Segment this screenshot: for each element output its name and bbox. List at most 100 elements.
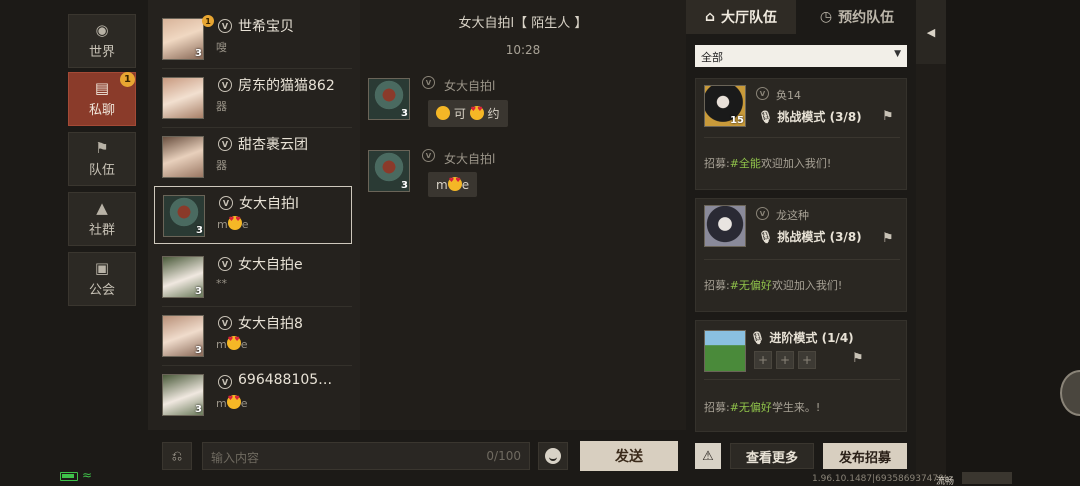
v-badge-icon: V [756, 207, 769, 220]
contact-name: 696488105… [238, 372, 333, 388]
recruit-text: 招募:#全能欢迎加入我们! [704, 155, 831, 171]
caret-left-icon: ◀ [926, 25, 936, 39]
nav-community-label: 社群 [88, 223, 115, 238]
divider [704, 379, 900, 380]
nav-team[interactable]: ⚑ 队伍 [68, 132, 136, 186]
flag-icon: ⚑ [95, 139, 109, 157]
chat-timestamp: 10:28 [505, 43, 541, 57]
message-avatar[interactable]: 3 [368, 78, 410, 120]
tab-lobby-teams[interactable]: ⌂ 大厅队伍 [686, 0, 796, 34]
chat-title: 女大自拍l【 陌生人 】 [458, 16, 588, 31]
contact-item[interactable]: V 甜杏裹云团 器 [148, 128, 360, 186]
tab-reserved-teams[interactable]: ◷ 预约队伍 [798, 0, 916, 34]
team-card[interactable]: 🎙 进阶模式 (1/4) + + + ⚑ 招募:#无偏好学生来。! [695, 320, 907, 432]
v-badge-icon: V [756, 87, 769, 100]
nav-private-chat-label: 私聊 [88, 103, 115, 118]
avatar: 3 [162, 256, 204, 298]
contact-item-selected[interactable]: 3 V 女大自拍l me [154, 186, 352, 244]
view-more-button[interactable]: 查看更多 [730, 443, 814, 469]
contact-last-message: 器 [216, 100, 227, 113]
heart-eyes-emoji-icon [227, 216, 242, 230]
contact-last-message-text: e [240, 338, 248, 351]
battery-icon [60, 472, 78, 481]
recruit-message: 学生来。! [771, 401, 821, 414]
team-filter-select[interactable]: 全部 ▼ [695, 45, 907, 67]
contact-name: 房东的猫猫862 [238, 78, 335, 94]
contact-last-message: me [217, 216, 249, 231]
empty-slot[interactable]: + [798, 351, 816, 369]
heart-eyes-emoji-icon [226, 395, 241, 409]
message-sender: 女大自拍l [444, 79, 496, 93]
recruit-tag: #无偏好 [729, 279, 772, 292]
nav-community[interactable]: ▲ 社群 [68, 192, 136, 246]
message-bubble[interactable]: me [428, 172, 478, 197]
heart-eyes-emoji-icon [447, 177, 462, 191]
contact-item[interactable]: V 房东的猫猫862 器 [148, 69, 360, 127]
avatar: 3 [163, 195, 205, 237]
contact-last-message: me [216, 336, 248, 351]
team-card[interactable]: V 龙这种 🎙 挑战模式 (3/8) ⚑ 招募:#无偏好欢迎加入我们! [695, 198, 907, 312]
contact-last-message-text: e [240, 397, 248, 410]
mic-icon: 🎙 [758, 110, 774, 124]
private-chat-badge: 1 [120, 72, 135, 87]
publish-recruit-button[interactable]: 发布招募 [823, 443, 907, 469]
contact-last-message: 器 [216, 159, 227, 172]
guild-banner-icon: ▣ [94, 259, 110, 277]
send-button[interactable]: 发送 [580, 441, 678, 471]
contact-last-message: 嗖 [216, 41, 227, 54]
dropdown-arrow-icon: ▼ [894, 49, 901, 59]
chat-input-bar: ⎌ 输入内容 0/100 发送 [148, 430, 686, 486]
contact-last-message-text: e [241, 218, 249, 231]
team-mode-label: 挑战模式 (3/8) [777, 110, 862, 124]
char-counter: 0/100 [486, 449, 521, 463]
join-flag-icon[interactable]: ⚑ [882, 109, 894, 124]
contact-item[interactable]: 3 V 女大自拍e ** [148, 248, 360, 306]
message-bubble[interactable]: 可 约 [428, 100, 508, 127]
nav-guild[interactable]: ▣ 公会 [68, 252, 136, 306]
mic-icon: 🎙 [750, 331, 766, 345]
team-card[interactable]: 15 V 奂14 🎙 挑战模式 (3/8) ⚑ 招募:#全能欢迎加入我们! [695, 78, 907, 190]
level-label: 3 [401, 108, 408, 119]
v-badge-icon: V [422, 76, 435, 89]
empty-slot[interactable]: + [754, 351, 772, 369]
report-button[interactable]: ⚠ [695, 443, 721, 469]
emoji-button[interactable] [538, 442, 568, 470]
divider [704, 137, 900, 138]
level-label: 3 [195, 404, 202, 415]
team-mode: 🎙 挑战模式 (3/8) [758, 228, 862, 245]
wifi-icon: ≈ [82, 468, 93, 482]
chat-panel: 女大自拍l【 陌生人 】 10:28 3 V 女大自拍l 可 约 3 V 女大自… [360, 0, 686, 430]
message-input[interactable]: 输入内容 0/100 [202, 442, 530, 470]
hugging-emoji-icon [436, 106, 450, 120]
nav-world[interactable]: ◉ 世界 [68, 14, 136, 68]
v-badge-icon: V [218, 19, 232, 33]
voice-toggle-button[interactable]: ⎌ [162, 442, 192, 470]
contact-name: 女大自拍e [238, 257, 303, 273]
message-text: 可 [453, 107, 466, 121]
contact-name: 世希宝贝 [238, 19, 294, 35]
team-mode: 🎙 挑战模式 (3/8) [758, 108, 862, 125]
empty-slot[interactable]: + [776, 351, 794, 369]
chat-bubble-icon: ▤ [94, 79, 110, 97]
level-label: 3 [195, 286, 202, 297]
join-flag-icon[interactable]: ⚑ [852, 351, 864, 366]
recruit-prefix: 招募: [704, 401, 730, 414]
unread-badge: 1 [202, 15, 214, 27]
recruit-message: 欢迎加入我们! [771, 279, 843, 292]
home-icon: ⌂ [704, 9, 716, 25]
message-sender: 女大自拍l [444, 152, 496, 166]
message-avatar[interactable]: 3 [368, 150, 410, 192]
contact-item[interactable]: 3 V 女大自拍8 me [148, 307, 360, 365]
v-badge-icon: V [218, 375, 232, 389]
warning-icon: ⚠ [702, 448, 714, 464]
recruit-prefix: 招募: [704, 157, 730, 170]
contact-item[interactable]: 3 1 V 世希宝贝 嗖 [148, 10, 360, 68]
join-flag-icon[interactable]: ⚑ [882, 231, 894, 246]
v-badge-icon: V [218, 78, 232, 92]
level-label: 3 [401, 180, 408, 191]
contact-item[interactable]: 3 V 696488105… me [148, 366, 360, 424]
nav-team-label: 队伍 [88, 163, 115, 178]
recruit-tag: #全能 [729, 157, 761, 170]
collapse-panel-button[interactable]: ◀ [916, 0, 946, 64]
nav-world-label: 世界 [88, 45, 115, 60]
